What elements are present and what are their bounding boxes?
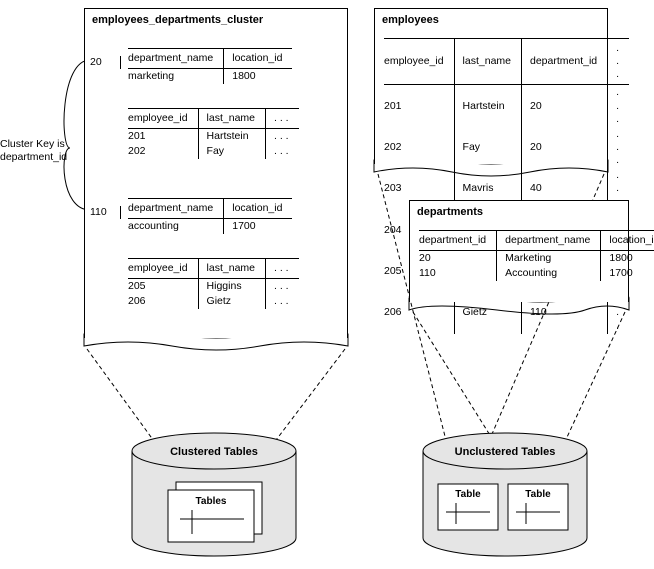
employees-panel: employees employee_id last_name departme…	[374, 8, 608, 164]
departments-table: department_id department_name location_i…	[419, 230, 654, 281]
table-card-b: Table	[508, 484, 568, 530]
tables-card: Tables	[168, 482, 262, 542]
table-row: 206 Gietz . . .	[128, 294, 299, 309]
svg-text:Table: Table	[455, 489, 481, 500]
table-row: marketing 1800	[128, 69, 292, 85]
departments-panel: departments department_id department_nam…	[409, 200, 629, 302]
svg-text:Unclustered Tables: Unclustered Tables	[455, 446, 556, 458]
table-row: 205 Higgins . . .	[128, 279, 299, 295]
employees-panel-title: employees	[374, 8, 608, 32]
clustered-tables-cylinder: Clustered Tables Tables	[132, 433, 296, 556]
departments-panel-title: departments	[409, 200, 629, 224]
dept-table: department_name location_id accounting 1…	[128, 198, 292, 234]
table-row: accounting 1700	[128, 219, 292, 235]
cluster-key: 110	[90, 206, 121, 219]
table-row: 20Marketing1800	[419, 251, 654, 267]
svg-text:Table: Table	[525, 489, 551, 500]
table-row: 201 Hartstein . . .	[128, 129, 299, 145]
emp-table: employee_id last_name . . . 201 Hartstei…	[128, 108, 299, 159]
svg-text:Clustered Tables: Clustered Tables	[170, 446, 258, 458]
table-row: 201Hartstein20. . .	[384, 85, 629, 127]
table-row: 202Fay20. . .	[384, 127, 629, 168]
cluster-key-label: Cluster Key is department_id	[0, 138, 80, 163]
cluster-panel-title: employees_departments_cluster	[84, 8, 348, 32]
unclustered-tables-cylinder: Unclustered Tables Table Table	[423, 433, 587, 556]
dept-table: department_name location_id marketing 18…	[128, 48, 292, 84]
emp-table: employee_id last_name . . . 205 Higgins …	[128, 258, 299, 309]
cluster-panel: employees_departments_cluster 20 departm…	[84, 8, 348, 338]
table-card-a: Table	[438, 484, 498, 530]
table-row: 110Accounting1700	[419, 266, 654, 281]
cluster-key: 20	[90, 56, 121, 69]
svg-text:Tables: Tables	[196, 496, 227, 507]
table-row: 202 Fay . . .	[128, 144, 299, 159]
